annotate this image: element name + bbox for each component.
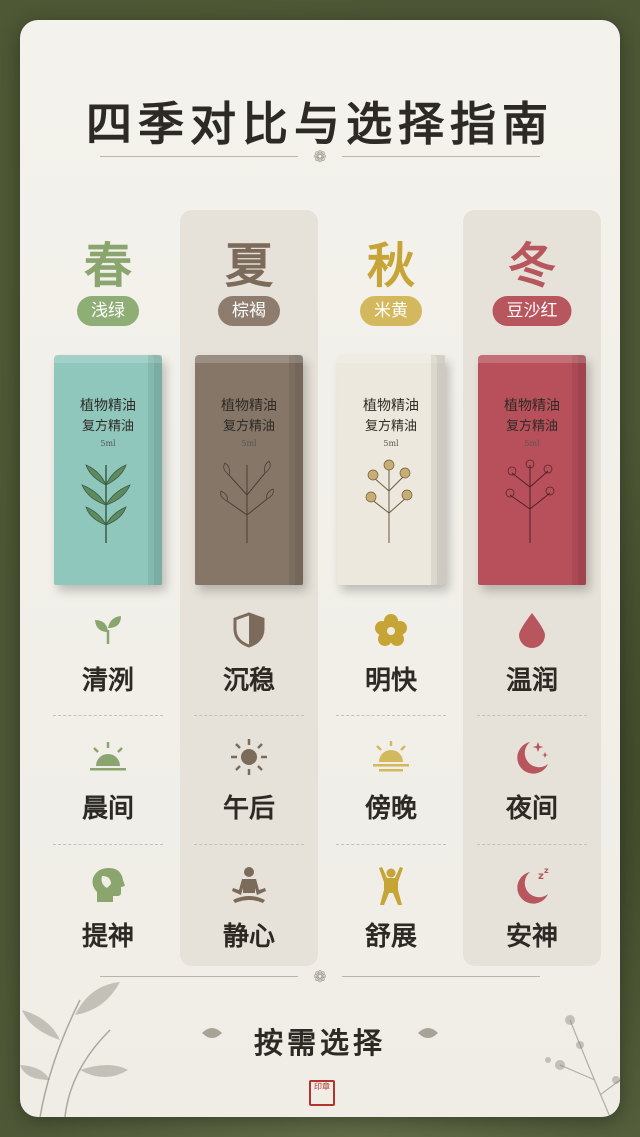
- sun-icon: [180, 738, 318, 780]
- box-volume: 5ml: [524, 439, 540, 448]
- season-name: 夏: [224, 238, 273, 294]
- season-column-spring: 春 浅绿 植物精油 复方精油 5ml 清洌 晨间 提神: [39, 210, 177, 966]
- season-column-winter: 冬 豆沙红 植物精油 复方精油 5ml 温润 夜间 zz 安神: [463, 210, 601, 966]
- box-subtitle: 复方精油: [505, 419, 558, 434]
- box-volume: 5ml: [241, 439, 257, 448]
- season-name: 春: [83, 238, 132, 294]
- ornament-icon: ❁: [313, 966, 327, 986]
- box-title: 植物精油: [504, 398, 560, 414]
- season-column-autumn: 秋 米黄 植物精油 复方精油 5ml 明快 傍晚 舒展: [322, 210, 460, 966]
- moon-stars-icon: [463, 738, 601, 782]
- product-box: 植物精油 复方精油 5ml: [478, 355, 586, 585]
- feature-tone: 清洌: [81, 666, 134, 696]
- bottom-divider: ❁: [100, 966, 540, 986]
- feature-time: 午后: [222, 794, 275, 824]
- herb-illustration-icon: [81, 464, 131, 543]
- feature-time: 傍晚: [364, 794, 417, 824]
- shield-icon: [180, 612, 318, 652]
- feature-time: 晨间: [81, 794, 134, 824]
- leaf-right-icon: [418, 1028, 438, 1038]
- feature-effect: 安神: [505, 922, 558, 952]
- herb-illustration-icon: [505, 459, 555, 543]
- head-leaf-icon: [39, 866, 177, 908]
- page-title: 四季对比与选择指南: [86, 97, 554, 151]
- guide-card: 四季对比与选择指南 ❁ 春 浅绿 植物精油 复方精油 5ml 清洌 晨间 提神 …: [20, 20, 620, 1117]
- box-subtitle: 复方精油: [222, 419, 275, 434]
- meditation-icon: [180, 866, 318, 908]
- svg-text:z: z: [544, 866, 549, 875]
- drop-icon: [463, 612, 601, 652]
- season-name: 秋: [366, 238, 415, 294]
- box-subtitle: 复方精油: [364, 419, 417, 434]
- product-box: 植物精油 复方精油 5ml: [195, 355, 303, 585]
- box-volume: 5ml: [383, 439, 399, 448]
- season-column-summer: 夏 棕褐 植物精油 复方精油 5ml 沉稳 午后 静心: [180, 210, 318, 966]
- feature-effect: 静心: [222, 922, 275, 952]
- sunrise-icon: [39, 740, 177, 776]
- feature-tone: 温润: [505, 666, 558, 696]
- color-badge: 棕褐: [218, 296, 280, 326]
- box-volume: 5ml: [100, 439, 116, 448]
- flower-icon: [322, 612, 460, 652]
- color-badge: 米黄: [360, 296, 422, 326]
- sunset-icon: [322, 740, 460, 776]
- color-badge: 浅绿: [77, 296, 139, 326]
- color-badge: 豆沙红: [492, 296, 572, 326]
- feature-tone: 明快: [364, 666, 417, 696]
- box-title: 植物精油: [221, 398, 277, 414]
- herb-illustration-icon: [220, 460, 274, 543]
- feature-effect: 舒展: [364, 922, 417, 952]
- product-box: 植物精油 复方精油 5ml: [337, 355, 445, 585]
- box-subtitle: 复方精油: [81, 419, 134, 434]
- feature-time: 夜间: [505, 794, 558, 824]
- herb-illustration-icon: [365, 459, 413, 543]
- box-title: 植物精油: [363, 398, 419, 414]
- herb-decoration-icon: [545, 1015, 620, 1117]
- stretch-icon: [322, 866, 460, 910]
- sprout-icon: [39, 612, 177, 652]
- title-divider: ❁: [100, 146, 540, 166]
- feature-effect: 提神: [81, 922, 134, 952]
- seal-stamp-icon: 印章: [309, 1080, 335, 1106]
- bamboo-decoration-icon: [20, 982, 128, 1117]
- season-name: 冬: [507, 238, 556, 294]
- box-title: 植物精油: [80, 398, 136, 414]
- product-box: 植物精油 复方精油 5ml: [54, 355, 162, 585]
- ornament-icon: ❁: [313, 146, 327, 166]
- feature-tone: 沉稳: [222, 666, 275, 696]
- moon-sleep-icon: zz: [463, 866, 601, 910]
